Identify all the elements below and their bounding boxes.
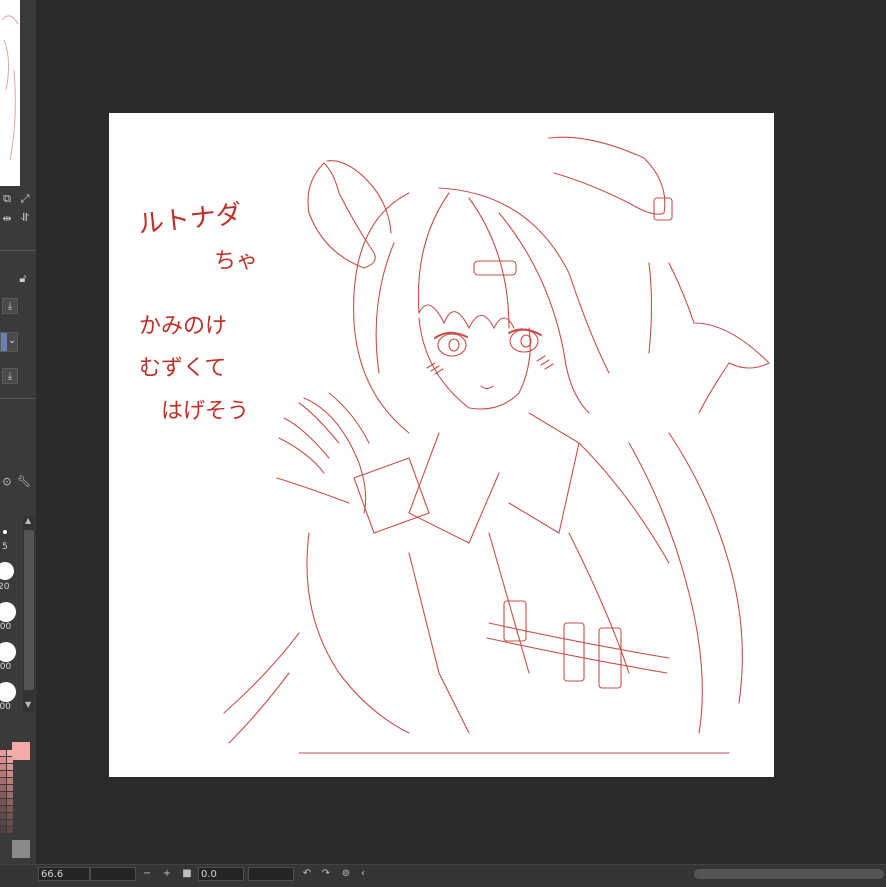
- brush-size-dot[interactable]: [3, 530, 7, 534]
- scroll-down-icon[interactable]: ▼: [25, 700, 31, 709]
- navigator-preview[interactable]: [0, 0, 20, 186]
- brush-size-dot[interactable]: [0, 642, 16, 662]
- navigator-thumbnail: [1, 15, 19, 161]
- brush-size-scrollbar[interactable]: ▲ ▼: [23, 516, 35, 712]
- note-line-3: かみのけ: [139, 314, 227, 339]
- zoom-slider[interactable]: [90, 867, 136, 881]
- brush-size-label: 5: [2, 542, 8, 552]
- zoom-in-icon[interactable]: +: [160, 867, 174, 881]
- chevron-down-icon: ⌄: [8, 335, 17, 346]
- sub-color-swatch[interactable]: [12, 840, 30, 858]
- rotation-slider[interactable]: [248, 867, 294, 881]
- undo-icon[interactable]: ↶: [300, 867, 314, 881]
- fit-icon[interactable]: ⤢: [18, 192, 32, 206]
- note-line-5: はげそう: [161, 399, 249, 424]
- reset-icon[interactable]: ⊚: [339, 867, 353, 881]
- lock-icon[interactable]: 🔓︎: [16, 272, 30, 286]
- flip-h-icon[interactable]: ⇹: [0, 211, 14, 225]
- horizontal-scrollbar[interactable]: [694, 869, 884, 879]
- note-line-4: むずくて: [139, 356, 226, 381]
- brush-size-label: 20: [0, 582, 10, 592]
- brush-size-label: 1000: [0, 702, 11, 712]
- download-icon[interactable]: ⤓: [2, 298, 18, 314]
- swatch-grid[interactable]: [0, 750, 14, 860]
- brush-size-dot[interactable]: [0, 682, 16, 702]
- sketch-layer: ルトナダ ちゃ かみのけ むずくて はげそう: [137, 136, 770, 754]
- scroll-up-icon[interactable]: ▲: [25, 516, 31, 525]
- layer-transfer-icon[interactable]: ⧉: [0, 192, 14, 206]
- zoom-field[interactable]: 66.6: [38, 867, 90, 881]
- scrollbar-thumb[interactable]: [24, 530, 34, 690]
- brush-size-label: 100: [0, 622, 12, 632]
- wrench-icon[interactable]: 🔧︎: [17, 474, 31, 488]
- left-dock: ⧉ ⤢ ⇹ ⥯ 🔓︎ ⤓ ⌄ ⤓ ⊙ 🔧︎ 5 20 100 500 1000 …: [0, 0, 36, 864]
- current-color-swatch[interactable]: [12, 742, 30, 760]
- divider: [0, 398, 36, 399]
- download-icon[interactable]: ⤓: [2, 368, 18, 384]
- status-bar: 66.6 − + ■ 0.0 ↶ ↷ ⊚ ‹: [0, 864, 886, 887]
- brush-size-dot[interactable]: [0, 562, 14, 580]
- brush-size-list: 5 20 100 500 1000: [0, 516, 22, 712]
- flip-v-icon[interactable]: ⥯: [18, 211, 32, 225]
- zoom-out-icon[interactable]: −: [140, 867, 154, 881]
- note-line-2: ちゃ: [214, 249, 258, 274]
- blend-select[interactable]: ⌄: [0, 332, 18, 352]
- color-set-palette[interactable]: [0, 740, 34, 862]
- settings-icon[interactable]: ⊙: [0, 474, 14, 488]
- chevron-left-icon[interactable]: ‹: [356, 867, 370, 881]
- brush-size-label: 500: [0, 662, 12, 672]
- divider: [0, 250, 36, 251]
- stop-icon[interactable]: ■: [180, 867, 194, 881]
- rotation-field[interactable]: 0.0: [198, 867, 244, 881]
- redo-icon[interactable]: ↷: [319, 867, 333, 881]
- note-line-1: ルトナダ: [137, 199, 244, 240]
- drawing-canvas[interactable]: ルトナダ ちゃ かみのけ むずくて はげそう: [109, 113, 774, 777]
- brush-size-dot[interactable]: [0, 602, 16, 622]
